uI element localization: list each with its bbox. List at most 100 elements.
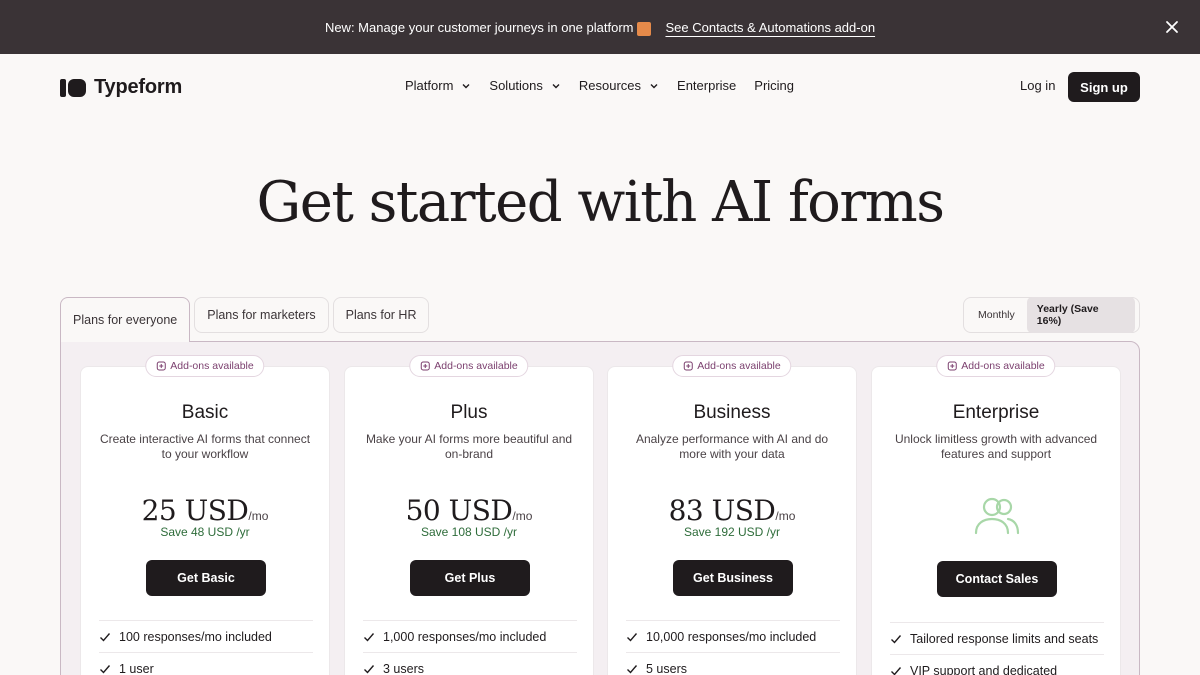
- get-business-button[interactable]: Get Business: [673, 560, 793, 596]
- brand-logo[interactable]: Typeform: [60, 76, 182, 99]
- addons-label: Add-ons available: [961, 360, 1045, 372]
- feature-item: 3 users: [363, 653, 577, 675]
- check-icon: [364, 664, 375, 674]
- feature-list: 100 responses/mo included 1 user: [99, 620, 313, 675]
- addons-label: Add-ons available: [170, 360, 254, 372]
- plan-description: Unlock limitless growth with advanced fe…: [894, 432, 1098, 461]
- price-period: /mo: [512, 509, 533, 523]
- login-link[interactable]: Log in: [1020, 78, 1055, 93]
- feature-label: 1 user: [119, 661, 154, 675]
- plan-tabs: Plans for everyone Plans for marketers P…: [60, 297, 433, 342]
- plan-card-plus: Add-ons available Plus Make your AI form…: [344, 355, 594, 675]
- check-icon: [891, 666, 902, 675]
- nav-label: Solutions: [489, 78, 543, 93]
- nav-platform[interactable]: Platform: [405, 78, 471, 93]
- feature-list: 1,000 responses/mo included 3 users: [363, 620, 577, 675]
- check-icon: [891, 634, 902, 644]
- plan-savings: Save 192 USD /yr: [683, 525, 781, 539]
- plan-title: Business: [693, 402, 771, 423]
- feature-item: 1,000 responses/mo included: [363, 621, 577, 653]
- feature-label: 1,000 responses/mo included: [383, 629, 547, 644]
- price-period: /mo: [775, 509, 796, 523]
- get-plus-button[interactable]: Get Plus: [410, 560, 530, 596]
- brand-name: Typeform: [94, 76, 183, 98]
- chevron-down-icon: [462, 83, 470, 88]
- announcement-text: New: Manage your customer journeys in on…: [324, 19, 634, 35]
- nav-pricing[interactable]: Pricing: [754, 78, 794, 93]
- feature-item: Tailored response limits and seats: [890, 623, 1104, 655]
- plan-title: Basic: [181, 402, 229, 423]
- plan-price: 83 USD/mo: [608, 494, 856, 527]
- tab-plans-everyone[interactable]: Plans for everyone: [60, 297, 191, 342]
- addons-label: Add-ons available: [697, 360, 781, 372]
- check-icon: [627, 632, 638, 642]
- billing-toggle: Monthly Yearly (Save 16%): [963, 297, 1140, 333]
- feature-item: 100 responses/mo included: [99, 621, 313, 653]
- plan-price: 25 USD/mo: [81, 494, 329, 527]
- plan-description: Make your AI forms more beautiful and on…: [365, 432, 573, 461]
- plan-price: 50 USD/mo: [345, 494, 593, 527]
- typeform-logo-icon: [60, 78, 86, 97]
- feature-item: VIP support and dedicated: [890, 655, 1104, 675]
- nav-label: Resources: [578, 78, 642, 93]
- price-amount: 25 USD: [141, 494, 249, 527]
- price-period: /mo: [248, 509, 269, 523]
- chevron-down-icon: [552, 83, 560, 88]
- shuffle-icon: [637, 22, 652, 36]
- nav-resources[interactable]: Resources: [579, 78, 659, 93]
- billing-monthly[interactable]: Monthly: [968, 303, 1025, 327]
- nav-enterprise[interactable]: Enterprise: [677, 78, 736, 93]
- tab-plans-hr[interactable]: Plans for HR: [332, 297, 430, 333]
- announcement-link[interactable]: See Contacts & Automations add-on: [665, 20, 875, 35]
- tab-plans-marketers[interactable]: Plans for marketers: [194, 297, 329, 333]
- feature-label: VIP support and dedicated: [910, 663, 1058, 675]
- plan-title: Plus: [450, 402, 488, 423]
- plan-title: Enterprise: [952, 402, 1040, 423]
- nav-label: Enterprise: [677, 78, 737, 93]
- users-icon: [974, 497, 1020, 535]
- check-icon: [100, 664, 111, 674]
- price-amount: 83 USD: [668, 494, 776, 527]
- nav-label: Pricing: [754, 78, 795, 93]
- plan-card-basic: Add-ons available Basic Create interacti…: [80, 355, 330, 675]
- feature-label: 3 users: [383, 661, 424, 675]
- feature-item: 1 user: [99, 653, 313, 675]
- announcement-bar: New: Manage your customer journeys in on…: [0, 0, 1200, 54]
- feature-item: 10,000 responses/mo included: [626, 621, 840, 653]
- price-amount: 50 USD: [405, 494, 513, 527]
- nav-solutions[interactable]: Solutions: [489, 78, 560, 93]
- feature-label: Tailored response limits and seats: [910, 631, 1099, 646]
- page-title: Get started with AI forms: [256, 170, 946, 235]
- feature-item: 5 users: [626, 653, 840, 675]
- addons-badge: Add-ons available: [672, 355, 792, 377]
- addons-badge: Add-ons available: [936, 355, 1056, 377]
- main-nav: Platform Solutions Resources Enterprise …: [405, 78, 812, 93]
- close-icon[interactable]: [1162, 17, 1182, 37]
- chevron-down-icon: [650, 83, 658, 88]
- check-icon: [100, 632, 111, 642]
- addons-label: Add-ons available: [434, 360, 518, 372]
- addon-icon: [156, 361, 166, 371]
- plan-card-business: Add-ons available Business Analyze perfo…: [607, 355, 857, 675]
- plan-description: Analyze performance with AI and do more …: [635, 432, 829, 461]
- feature-list: Tailored response limits and seats VIP s…: [890, 622, 1104, 675]
- site-header: Typeform Platform Solutions Resources En…: [0, 54, 1200, 120]
- feature-list: 10,000 responses/mo included 5 users: [626, 620, 840, 675]
- check-icon: [364, 632, 375, 642]
- feature-label: 10,000 responses/mo included: [646, 629, 817, 644]
- signup-button[interactable]: Sign up: [1068, 72, 1140, 102]
- addon-icon: [947, 361, 957, 371]
- billing-yearly[interactable]: Yearly (Save 16%): [1026, 297, 1135, 333]
- plan-card-enterprise: Add-ons available Enterprise Unlock limi…: [871, 355, 1121, 675]
- plan-savings: Save 108 USD /yr: [420, 525, 518, 539]
- plan-savings: Save 48 USD /yr: [160, 525, 250, 539]
- plan-description: Create interactive AI forms that connect…: [99, 432, 311, 461]
- addons-badge: Add-ons available: [145, 355, 265, 377]
- feature-label: 100 responses/mo included: [119, 629, 272, 644]
- contact-sales-button[interactable]: Contact Sales: [937, 561, 1057, 597]
- get-basic-button[interactable]: Get Basic: [146, 560, 266, 596]
- nav-label: Platform: [405, 78, 454, 93]
- check-icon: [627, 664, 638, 674]
- feature-label: 5 users: [646, 661, 687, 675]
- addon-icon: [683, 361, 693, 371]
